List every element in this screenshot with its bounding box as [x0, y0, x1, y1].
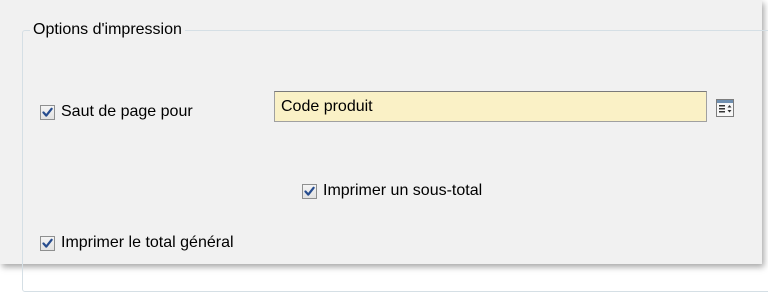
subtotal-checkbox-row[interactable]: Imprimer un sous-total [302, 181, 482, 201]
check-mark-icon [42, 107, 53, 117]
page-break-checkbox-row[interactable]: Saut de page pour [40, 102, 193, 122]
page-break-label: Saut de page pour [61, 103, 193, 120]
check-mark-icon [304, 186, 315, 196]
grand-total-checkbox[interactable] [40, 235, 55, 251]
grand-total-checkbox-row[interactable]: Imprimer le total général [40, 233, 234, 253]
grand-total-label: Imprimer le total général [61, 234, 234, 251]
subtotal-checkbox[interactable] [302, 183, 317, 199]
group-title: Options d'impression [30, 19, 185, 41]
check-mark-icon [42, 238, 53, 248]
subtotal-label: Imprimer un sous-total [323, 182, 483, 199]
list-picker-button[interactable] [716, 99, 734, 117]
page-break-checkbox[interactable] [40, 104, 55, 120]
list-picker-icon [716, 99, 734, 117]
page-break-field-input[interactable] [274, 91, 707, 122]
